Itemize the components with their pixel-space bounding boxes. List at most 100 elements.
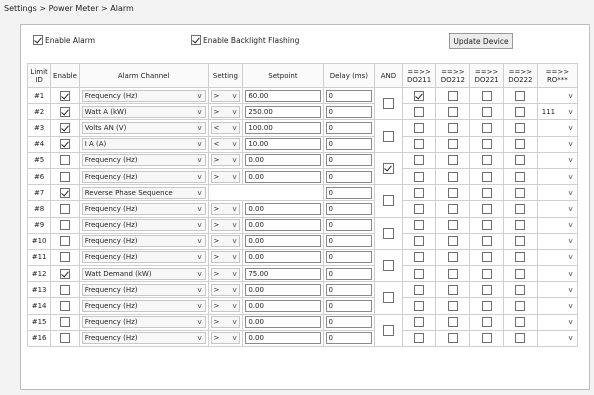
do221-checkbox[interactable] xyxy=(481,301,492,312)
and-checkbox[interactable] xyxy=(382,260,394,272)
do222-checkbox[interactable] xyxy=(515,155,526,166)
setting-select[interactable]: > ∨ xyxy=(210,89,241,102)
do221-checkbox[interactable] xyxy=(481,317,492,328)
alarm-channel-select[interactable]: Frequency (Hz) ∨ xyxy=(81,202,206,215)
do212-checkbox[interactable] xyxy=(447,203,458,214)
alarm-channel-select[interactable]: Reverse Phase Sequence ∨ xyxy=(81,186,206,199)
do212-checkbox[interactable] xyxy=(447,301,458,312)
do222-checkbox[interactable] xyxy=(515,203,526,214)
setpoint-input[interactable]: 250.00 xyxy=(245,105,321,118)
do221-checkbox[interactable] xyxy=(481,284,492,295)
do221-checkbox[interactable] xyxy=(481,268,492,279)
do212-checkbox[interactable] xyxy=(447,268,458,279)
ro-select[interactable]: ∨ xyxy=(540,332,575,344)
ro-select[interactable]: ∨ xyxy=(540,251,575,263)
do222-checkbox[interactable] xyxy=(515,301,526,312)
do211-checkbox[interactable] xyxy=(414,284,425,295)
do211-checkbox[interactable] xyxy=(414,139,425,150)
enable-checkbox[interactable] xyxy=(59,106,70,117)
ro-select[interactable]: ∨ xyxy=(540,316,575,328)
setting-select[interactable]: > ∨ xyxy=(210,316,241,329)
and-checkbox[interactable] xyxy=(382,130,394,142)
setpoint-input[interactable]: 0.00 xyxy=(245,202,321,215)
setting-select[interactable]: > ∨ xyxy=(210,154,241,167)
do212-checkbox[interactable] xyxy=(447,106,458,117)
do221-checkbox[interactable] xyxy=(481,252,492,263)
setting-select[interactable]: < ∨ xyxy=(210,121,241,134)
do211-checkbox[interactable] xyxy=(414,317,425,328)
do221-checkbox[interactable] xyxy=(481,106,492,117)
do221-checkbox[interactable] xyxy=(481,171,492,182)
setpoint-input[interactable]: 0.00 xyxy=(245,316,321,329)
setting-select[interactable]: > ∨ xyxy=(210,267,241,280)
enable-checkbox[interactable] xyxy=(59,301,70,312)
alarm-channel-select[interactable]: Frequency (Hz) ∨ xyxy=(81,170,206,183)
setting-select[interactable]: > ∨ xyxy=(210,235,241,248)
do212-checkbox[interactable] xyxy=(447,187,458,198)
enable-checkbox[interactable] xyxy=(59,220,70,231)
delay-input[interactable]: 0 xyxy=(325,267,373,280)
setting-select[interactable]: > ∨ xyxy=(210,202,241,215)
setpoint-input[interactable]: 60.00 xyxy=(245,89,321,102)
do222-checkbox[interactable] xyxy=(515,106,526,117)
delay-input[interactable]: 0 xyxy=(325,89,373,102)
setting-select[interactable]: > ∨ xyxy=(210,251,241,264)
ro-select[interactable]: ∨ xyxy=(540,268,575,280)
do211-checkbox[interactable] xyxy=(414,171,425,182)
enable-backlight-checkbox[interactable] xyxy=(191,35,201,45)
delay-input[interactable]: 0 xyxy=(325,219,373,232)
enable-checkbox[interactable] xyxy=(59,171,70,182)
enable-checkbox[interactable] xyxy=(59,155,70,166)
and-checkbox[interactable] xyxy=(382,162,394,174)
do211-checkbox[interactable] xyxy=(414,252,425,263)
delay-input[interactable]: 0 xyxy=(325,154,373,167)
setting-select[interactable]: > ∨ xyxy=(210,283,241,296)
enable-checkbox[interactable] xyxy=(59,90,70,101)
ro-select[interactable]: ∨ xyxy=(540,219,575,231)
setpoint-input[interactable]: 10.00 xyxy=(245,138,321,151)
enable-alarm-option[interactable]: Enable Alarm xyxy=(33,35,95,45)
setting-select[interactable]: > ∨ xyxy=(210,105,241,118)
do222-checkbox[interactable] xyxy=(515,171,526,182)
setpoint-input[interactable]: 0.00 xyxy=(245,332,321,345)
do211-checkbox[interactable] xyxy=(414,220,425,231)
setting-select[interactable]: > ∨ xyxy=(210,170,241,183)
delay-input[interactable]: 0 xyxy=(325,202,373,215)
ro-select[interactable]: ∨ xyxy=(540,122,575,134)
ro-select[interactable]: ∨ xyxy=(540,203,575,215)
do221-checkbox[interactable] xyxy=(481,155,492,166)
alarm-channel-select[interactable]: Watt A (kW) ∨ xyxy=(81,105,206,118)
do212-checkbox[interactable] xyxy=(447,171,458,182)
do222-checkbox[interactable] xyxy=(515,284,526,295)
do222-checkbox[interactable] xyxy=(515,187,526,198)
alarm-channel-select[interactable]: Frequency (Hz) ∨ xyxy=(81,219,206,232)
do212-checkbox[interactable] xyxy=(447,284,458,295)
alarm-channel-select[interactable]: Frequency (Hz) ∨ xyxy=(81,300,206,313)
setpoint-input[interactable]: 0.00 xyxy=(245,235,321,248)
ro-select[interactable]: 111 ∨ xyxy=(540,106,575,118)
alarm-channel-select[interactable]: Frequency (Hz) ∨ xyxy=(81,316,206,329)
setting-select[interactable]: < ∨ xyxy=(210,138,241,151)
do221-checkbox[interactable] xyxy=(481,203,492,214)
setting-select[interactable]: > ∨ xyxy=(210,300,241,313)
delay-input[interactable]: 0 xyxy=(325,332,373,345)
setpoint-input[interactable]: 0.00 xyxy=(245,300,321,313)
and-checkbox[interactable] xyxy=(382,227,394,239)
setting-select[interactable]: > ∨ xyxy=(210,332,241,345)
enable-checkbox[interactable] xyxy=(59,187,70,198)
do221-checkbox[interactable] xyxy=(481,333,492,344)
alarm-channel-select[interactable]: Frequency (Hz) ∨ xyxy=(81,251,206,264)
do212-checkbox[interactable] xyxy=(447,333,458,344)
enable-checkbox[interactable] xyxy=(59,284,70,295)
enable-checkbox[interactable] xyxy=(59,236,70,247)
do212-checkbox[interactable] xyxy=(447,220,458,231)
alarm-channel-select[interactable]: Frequency (Hz) ∨ xyxy=(81,89,206,102)
delay-input[interactable]: 0 xyxy=(325,186,373,199)
do222-checkbox[interactable] xyxy=(515,90,526,101)
do211-checkbox[interactable] xyxy=(414,90,425,101)
do211-checkbox[interactable] xyxy=(414,333,425,344)
and-checkbox[interactable] xyxy=(382,324,394,336)
enable-checkbox[interactable] xyxy=(59,252,70,263)
update-device-button[interactable]: Update Device xyxy=(449,33,513,49)
do212-checkbox[interactable] xyxy=(447,139,458,150)
